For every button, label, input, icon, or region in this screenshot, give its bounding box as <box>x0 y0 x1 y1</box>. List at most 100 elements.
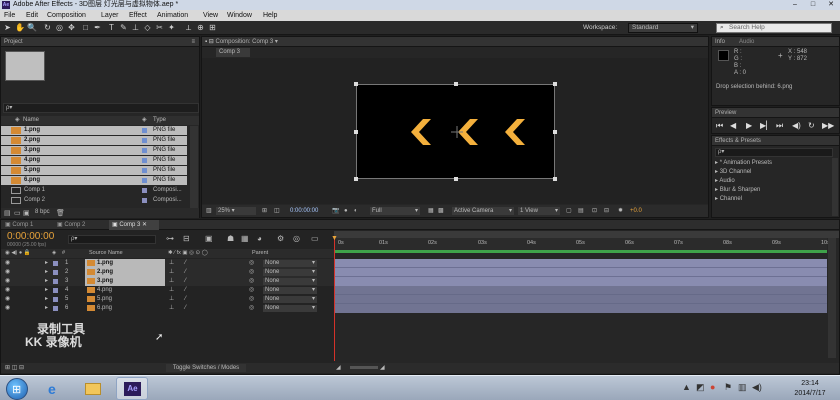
layer-row[interactable]: ◉ ▸ 3 3.png ⊥ ⁄ ◎ None ▾ <box>1 277 334 286</box>
play-icon[interactable]: ▶ <box>746 120 752 132</box>
quality-switch-icon[interactable]: ⁄ <box>185 286 186 295</box>
pan-behind-tool-icon[interactable]: ✥ <box>67 23 76 32</box>
name-column-header[interactable]: Name <box>23 116 39 125</box>
triangle-right-icon[interactable]: ▸ <box>45 304 48 313</box>
trash-icon[interactable]: 🗑 <box>56 209 65 217</box>
eye-icon[interactable]: ◉ <box>5 277 10 286</box>
layer-name-cell[interactable]: 2.png <box>85 268 165 277</box>
puppet-tool-icon[interactable]: ✦ <box>167 23 176 32</box>
exposure-value[interactable]: +0.0 <box>630 205 642 217</box>
label-swatch[interactable] <box>53 261 58 266</box>
parent-select[interactable]: None ▾ <box>263 260 317 267</box>
eye-icon[interactable]: ◉ <box>5 286 10 295</box>
quality-switch-icon[interactable]: ⁄ <box>185 304 186 313</box>
parent-select[interactable]: None ▾ <box>263 269 317 276</box>
menu-file[interactable]: File <box>4 10 15 21</box>
camera-tool-icon[interactable]: ◎ <box>55 23 64 32</box>
time-graph-scrollbar[interactable] <box>828 238 836 358</box>
current-time-indicator[interactable] <box>334 236 335 361</box>
menu-help[interactable]: Help <box>263 10 277 21</box>
label-swatch[interactable] <box>53 297 58 302</box>
shy-switch-icon[interactable]: ⊥ <box>169 268 174 277</box>
pick-whip-icon[interactable]: ◎ <box>249 286 254 295</box>
tray-app-icon[interactable]: ● <box>710 382 715 392</box>
effects-item[interactable]: ▸ Blur & Sharpen <box>715 186 830 195</box>
menu-window[interactable]: Window <box>227 10 252 21</box>
comp-mini-flowchart-icon[interactable]: ⊶ <box>166 234 174 243</box>
effects-tab[interactable]: Effects & Presets <box>712 136 839 146</box>
effects-item[interactable]: ▸ Audio <box>715 177 830 186</box>
tab-info[interactable]: Info <box>715 39 725 45</box>
expand-switches-icon[interactable]: ⊞ ◫ ⊟ <box>5 363 24 373</box>
menu-composition[interactable]: Composition <box>47 10 86 21</box>
workspace-select[interactable]: Standard ▾ <box>628 23 698 33</box>
label-swatch[interactable] <box>53 306 58 311</box>
timeline-search-input[interactable]: ρ▾ <box>68 235 156 244</box>
shy-switch-icon[interactable]: ⊥ <box>169 286 174 295</box>
layer-name-cell[interactable]: 3.png <box>85 277 165 286</box>
timeline-tab-comp2[interactable]: ▣ Comp 2 <box>57 221 107 229</box>
brainstorm-icon[interactable]: ⚙ <box>277 234 284 243</box>
menu-effect[interactable]: Effect <box>129 10 147 21</box>
preview-tab[interactable]: Preview <box>712 108 839 118</box>
resolution-select[interactable]: Full ▾ <box>370 207 420 215</box>
motion-blur-icon[interactable]: ◕ <box>257 234 262 243</box>
effects-search-input[interactable]: ρ▾ <box>715 148 833 157</box>
triangle-right-icon[interactable]: ▸ <box>45 268 48 277</box>
frame-blend-icon[interactable]: ▦ <box>241 234 249 243</box>
next-frame-icon[interactable]: ▶▏ <box>760 120 772 132</box>
roto-brush-tool-icon[interactable]: ✂ <box>155 23 164 32</box>
shy-switch-icon[interactable]: ⊥ <box>169 259 174 268</box>
project-tab[interactable]: Project ≡ <box>1 37 199 47</box>
effects-scrollbar[interactable] <box>832 158 838 216</box>
handle-icon[interactable] <box>354 177 358 181</box>
minimize-button[interactable]: – <box>786 0 804 10</box>
handle-icon[interactable] <box>454 177 458 181</box>
comp-subtab[interactable]: Comp 3 <box>216 48 250 57</box>
selection-tool-icon[interactable]: ➤ <box>3 23 12 32</box>
hand-tool-icon[interactable]: ✋ <box>15 23 25 32</box>
triangle-right-icon[interactable]: ▸ <box>45 295 48 304</box>
menu-edit[interactable]: Edit <box>26 10 38 21</box>
rotate-tool-icon[interactable]: ↻ <box>43 23 52 32</box>
first-frame-icon[interactable]: ⏮ <box>716 120 723 132</box>
eye-icon[interactable]: ◉ <box>5 259 10 268</box>
pick-whip-icon[interactable]: ◎ <box>249 277 254 286</box>
handle-icon[interactable] <box>553 82 557 86</box>
pick-whip-icon[interactable]: ◎ <box>249 304 254 313</box>
chart-icon[interactable]: ▭ <box>311 234 319 243</box>
menu-layer[interactable]: Layer <box>101 10 119 21</box>
project-item[interactable]: 4.png PNG file <box>1 156 187 165</box>
pen-tool-icon[interactable]: ✒ <box>93 23 102 32</box>
layer-row[interactable]: ◉ ▸ 1 1.png ⊥ ⁄ ◎ None ▾ <box>1 259 334 268</box>
view-layout-select[interactable]: 1 View ▾ <box>518 207 560 215</box>
project-item[interactable]: 5.png PNG file <box>1 166 187 175</box>
axis-view-icon[interactable]: ⊞ <box>208 23 217 32</box>
layer-bars-selected[interactable] <box>334 259 827 286</box>
mask-icon[interactable]: ◫ <box>274 205 280 217</box>
zoom-in-icon[interactable]: ◢ <box>380 363 385 373</box>
layer-name-cell[interactable]: 5.png <box>85 295 165 304</box>
layer-row[interactable]: ◉ ▸ 2 2.png ⊥ ⁄ ◎ None ▾ <box>1 268 334 277</box>
parent-select[interactable]: None ▾ <box>263 278 317 285</box>
timeline-tab-comp1[interactable]: ▣ Comp 1 <box>5 221 55 229</box>
grid-icon[interactable]: ⊞ <box>262 205 267 217</box>
timeline-tab-comp3[interactable]: ▣ Comp 3 ✕ <box>109 220 159 230</box>
toggle-pixel-icon[interactable]: ▢ <box>566 205 572 217</box>
quality-switch-icon[interactable]: ⁄ <box>185 277 186 286</box>
loop-icon[interactable]: ↻ <box>808 120 815 132</box>
quality-switch-icon[interactable]: ⁄ <box>185 259 186 268</box>
fast-previews-icon[interactable]: ▤ <box>578 205 584 217</box>
pick-whip-icon[interactable]: ◎ <box>249 268 254 277</box>
layer-bars[interactable] <box>334 286 827 313</box>
time-ruler[interactable]: 0s 01s 02s 03s 04s 05s 06s 07s 08s 09s 1… <box>334 238 830 250</box>
graph-editor-icon[interactable]: ◎ <box>293 234 300 243</box>
quality-switch-icon[interactable]: ⁄ <box>185 295 186 304</box>
tab-audio[interactable]: Audio <box>739 39 754 45</box>
toggle-switches-modes-button[interactable]: Toggle Switches / Modes <box>166 364 246 372</box>
project-search-input[interactable]: ρ▾ <box>3 103 199 113</box>
region-icon[interactable]: ▦ <box>428 205 434 217</box>
pick-whip-icon[interactable]: ◎ <box>249 259 254 268</box>
tray-flag-icon[interactable]: ⚑ <box>724 382 732 393</box>
composition-tab[interactable]: ▪ ⊟ Composition: Comp 3 ▾ <box>202 37 708 47</box>
